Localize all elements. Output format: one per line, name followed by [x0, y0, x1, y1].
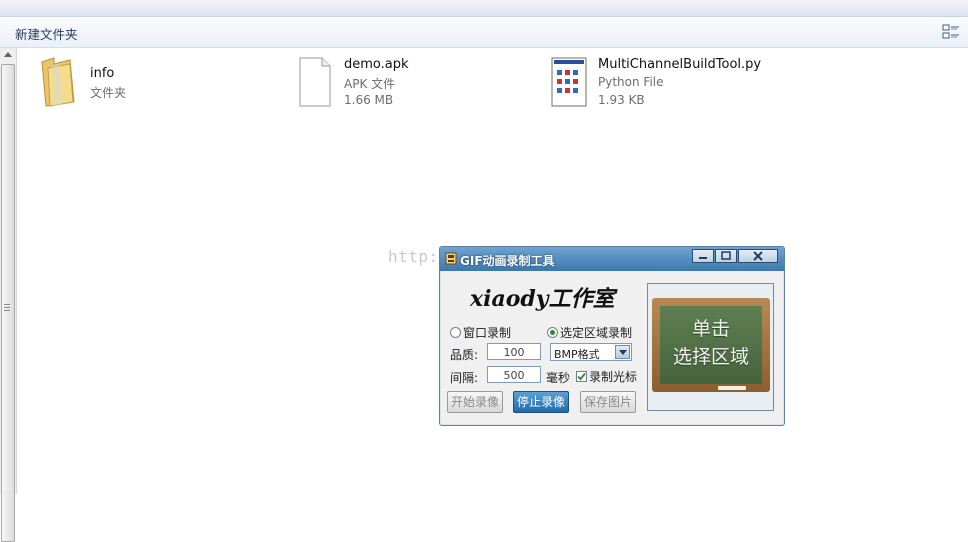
window-top-strip: [0, 0, 968, 17]
stop-recording-button[interactable]: 停止录像: [513, 391, 569, 413]
file-type: 文件夹: [90, 86, 127, 100]
file-name: info: [90, 66, 115, 81]
file-item-demo-apk[interactable]: demo.apk APK 文件 1.66 MB: [298, 56, 478, 116]
view-options-icon[interactable]: [942, 23, 960, 41]
maximize-button[interactable]: [715, 249, 737, 263]
board-line-1: 单击: [691, 318, 730, 340]
record-cursor-label: 录制光标: [589, 370, 638, 384]
gif-tool-titlebar[interactable]: GIF动画录制工具: [440, 247, 784, 271]
file-item-multichannel-py[interactable]: MultiChannelBuildTool.py Python File 1.9…: [550, 56, 770, 116]
checkbox-box[interactable]: [576, 371, 587, 382]
scroll-thumb[interactable]: [1, 64, 15, 542]
brand-text: xiaody工作室: [469, 286, 618, 312]
close-button[interactable]: [738, 249, 778, 263]
radio-region[interactable]: [547, 327, 558, 338]
chevron-down-icon[interactable]: [615, 345, 630, 359]
folder-icon: [41, 57, 75, 107]
format-select[interactable]: BMP格式: [550, 343, 632, 361]
minimize-icon: [699, 257, 707, 259]
mode-region-label: 选定区域录制: [560, 326, 633, 340]
file-type: Python File: [598, 75, 664, 89]
mode-window-label: 窗口录制: [463, 326, 512, 340]
chalkboard-frame: 单击 选择区域: [652, 298, 770, 392]
save-images-button[interactable]: 保存图片: [580, 391, 636, 413]
chalk-icon: [718, 386, 746, 390]
radio-window[interactable]: [450, 327, 461, 338]
record-cursor-checkbox[interactable]: 录制光标: [576, 368, 637, 385]
chalkboard: 单击 选择区域: [660, 306, 762, 384]
file-name: demo.apk: [344, 57, 409, 72]
new-folder-button[interactable]: 新建文件夹: [15, 24, 78, 43]
maximize-icon: [721, 251, 731, 260]
scroll-grip-icon: [4, 304, 10, 312]
brand-logo: xiaody工作室: [469, 286, 618, 312]
quality-label: 品质:: [450, 348, 479, 362]
gif-tool-window: GIF动画录制工具 xiaody工作室 窗口录制 选定区域录制 品质: 100 …: [439, 246, 785, 426]
python-file-icon: [551, 57, 587, 107]
window-controls: [691, 249, 778, 265]
scroll-up-icon[interactable]: [4, 52, 12, 57]
vertical-scrollbar[interactable]: [0, 48, 17, 542]
select-region-board[interactable]: 单击 选择区域: [647, 283, 774, 411]
format-value: BMP格式: [554, 348, 600, 361]
check-mark-icon: [577, 372, 586, 381]
minimize-button[interactable]: [692, 249, 714, 263]
interval-input[interactable]: 500: [487, 366, 541, 383]
mode-region-radio[interactable]: 选定区域录制: [547, 324, 632, 341]
interval-label: 间隔:: [450, 371, 479, 385]
explorer-toolbar: 新建文件夹: [0, 17, 968, 48]
window-title: GIF动画录制工具: [460, 254, 555, 268]
file-item-info[interactable]: info 文件夹: [40, 56, 200, 116]
board-line-2: 选择区域: [672, 346, 749, 368]
interval-unit: 毫秒: [546, 371, 571, 385]
generic-file-icon: [299, 57, 331, 107]
quality-input[interactable]: 100: [487, 343, 541, 360]
app-icon: [445, 252, 457, 265]
start-recording-button[interactable]: 开始录像: [447, 391, 503, 413]
file-name: MultiChannelBuildTool.py: [598, 57, 762, 72]
close-icon: [753, 251, 763, 261]
mode-window-radio[interactable]: 窗口录制: [450, 324, 511, 341]
file-size: 1.93 KB: [598, 93, 645, 107]
file-size: 1.66 MB: [344, 93, 394, 107]
file-type: APK 文件: [344, 77, 396, 91]
